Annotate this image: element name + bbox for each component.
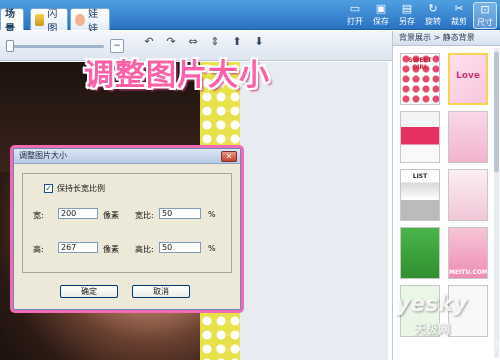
keep-ratio-checkbox[interactable]: ✓ 保持长宽比例 bbox=[44, 183, 105, 194]
tab-scene[interactable]: 场景 bbox=[0, 8, 24, 35]
thumbnail-caption: SWEET GIRL bbox=[408, 57, 432, 71]
rotate-button[interactable]: ↻ 旋转 bbox=[421, 2, 445, 29]
checkbox-check-icon[interactable]: ✓ bbox=[44, 184, 53, 193]
dialog-title: 调整图片大小 bbox=[14, 149, 240, 164]
crop-button[interactable]: ✂ 裁剪 bbox=[447, 2, 471, 29]
rotate-label: 旋转 bbox=[425, 17, 441, 26]
resize-icon: ⊡ bbox=[480, 3, 490, 16]
thumbnail-love[interactable]: Love bbox=[448, 53, 488, 105]
height-percent-label: % bbox=[208, 244, 216, 253]
save-button[interactable]: ▣ 保存 bbox=[369, 2, 393, 29]
height-ratio-label: 高比: bbox=[135, 245, 154, 254]
doll-icon bbox=[75, 13, 86, 26]
ok-button[interactable]: 确定 bbox=[60, 285, 118, 298]
size-label: 尺寸 bbox=[477, 18, 493, 27]
zoom-slider[interactable] bbox=[8, 45, 104, 48]
open-label: 打开 bbox=[347, 17, 363, 26]
thumbnail-sweet-girl[interactable]: SWEET GIRL bbox=[400, 53, 440, 105]
crop-label: 裁剪 bbox=[451, 17, 467, 26]
watermark-subtext: 天极网 bbox=[414, 322, 451, 336]
width-percent-label: % bbox=[208, 210, 216, 219]
tab-doll[interactable]: 娃娃 bbox=[70, 8, 110, 35]
watermark-url: www.yesky.com bbox=[450, 340, 500, 348]
tab-flash[interactable]: 闪图 bbox=[30, 8, 68, 35]
save-as-label: 另存 bbox=[399, 17, 415, 26]
thumbnail-meitu[interactable]: MEITU.COM bbox=[448, 227, 488, 279]
breadcrumb: 背景展示 > 静态背景 bbox=[393, 31, 500, 46]
thumbnail-list[interactable]: LIST bbox=[400, 169, 440, 221]
height-label: 高: bbox=[33, 245, 44, 254]
width-label: 宽: bbox=[33, 211, 44, 220]
save-as-icon: ▤ bbox=[401, 2, 413, 15]
keep-ratio-label: 保持长宽比例 bbox=[57, 184, 105, 193]
scissors-icon: ✂ bbox=[454, 2, 464, 15]
height-ratio-field[interactable]: 50 bbox=[159, 242, 201, 253]
thumbnail-magazine[interactable] bbox=[400, 111, 440, 163]
folder-icon: ▭ bbox=[349, 2, 361, 15]
watermark-text: yesky bbox=[396, 292, 468, 317]
height-field[interactable]: 267 bbox=[58, 242, 98, 253]
width-ratio-field[interactable]: 50 bbox=[159, 208, 201, 219]
tab-scene-label: 场景 bbox=[5, 8, 15, 35]
save-icon: ▣ bbox=[375, 2, 387, 15]
height-unit-label: 像素 bbox=[103, 245, 119, 254]
thumbnail-vogue[interactable] bbox=[448, 169, 488, 221]
tab-doll-label: 娃娃 bbox=[88, 8, 99, 35]
width-unit-label: 像素 bbox=[103, 211, 119, 220]
scrollbar-thumb[interactable] bbox=[494, 52, 499, 172]
save-as-button[interactable]: ▤ 另存 bbox=[395, 2, 419, 29]
open-button[interactable]: ▭ 打开 bbox=[343, 2, 367, 29]
rotate-icon: ↻ bbox=[428, 2, 438, 15]
tab-flash-label: 闪图 bbox=[47, 8, 58, 35]
flash-icon bbox=[35, 13, 45, 26]
width-field[interactable]: 200 bbox=[58, 208, 98, 219]
thumbnail-caption: LIST bbox=[412, 173, 428, 180]
save-label: 保存 bbox=[373, 17, 389, 26]
thumbnail-caption: Love bbox=[456, 71, 480, 81]
watermark-logo: yesky 天极网 www.yesky.com bbox=[396, 292, 500, 360]
zoom-slider-handle[interactable] bbox=[6, 40, 14, 52]
thumbnail-caption: MEITU.COM bbox=[449, 269, 488, 276]
close-icon[interactable]: ✕ bbox=[221, 151, 237, 162]
cancel-button[interactable]: 取消 bbox=[132, 285, 190, 298]
thumbnail-green[interactable] bbox=[400, 227, 440, 279]
page-title: 调整图片大小 bbox=[84, 58, 270, 93]
thumbnail-pink-card[interactable] bbox=[448, 111, 488, 163]
width-ratio-label: 宽比: bbox=[135, 211, 154, 220]
main-toolbar: 场景 闪图 娃娃 ▭ 打开 ▣ 保存 ▤ 另存 ↻ 旋转 ✂ 裁剪 ⊡ 尺寸 bbox=[0, 0, 500, 35]
resize-dialog: 调整图片大小 ✕ ✓ 保持长宽比例 宽: 200 像素 宽比: 50 % 高: … bbox=[13, 148, 241, 310]
size-button[interactable]: ⊡ 尺寸 bbox=[473, 2, 497, 29]
canvas-backdrop bbox=[240, 62, 388, 360]
